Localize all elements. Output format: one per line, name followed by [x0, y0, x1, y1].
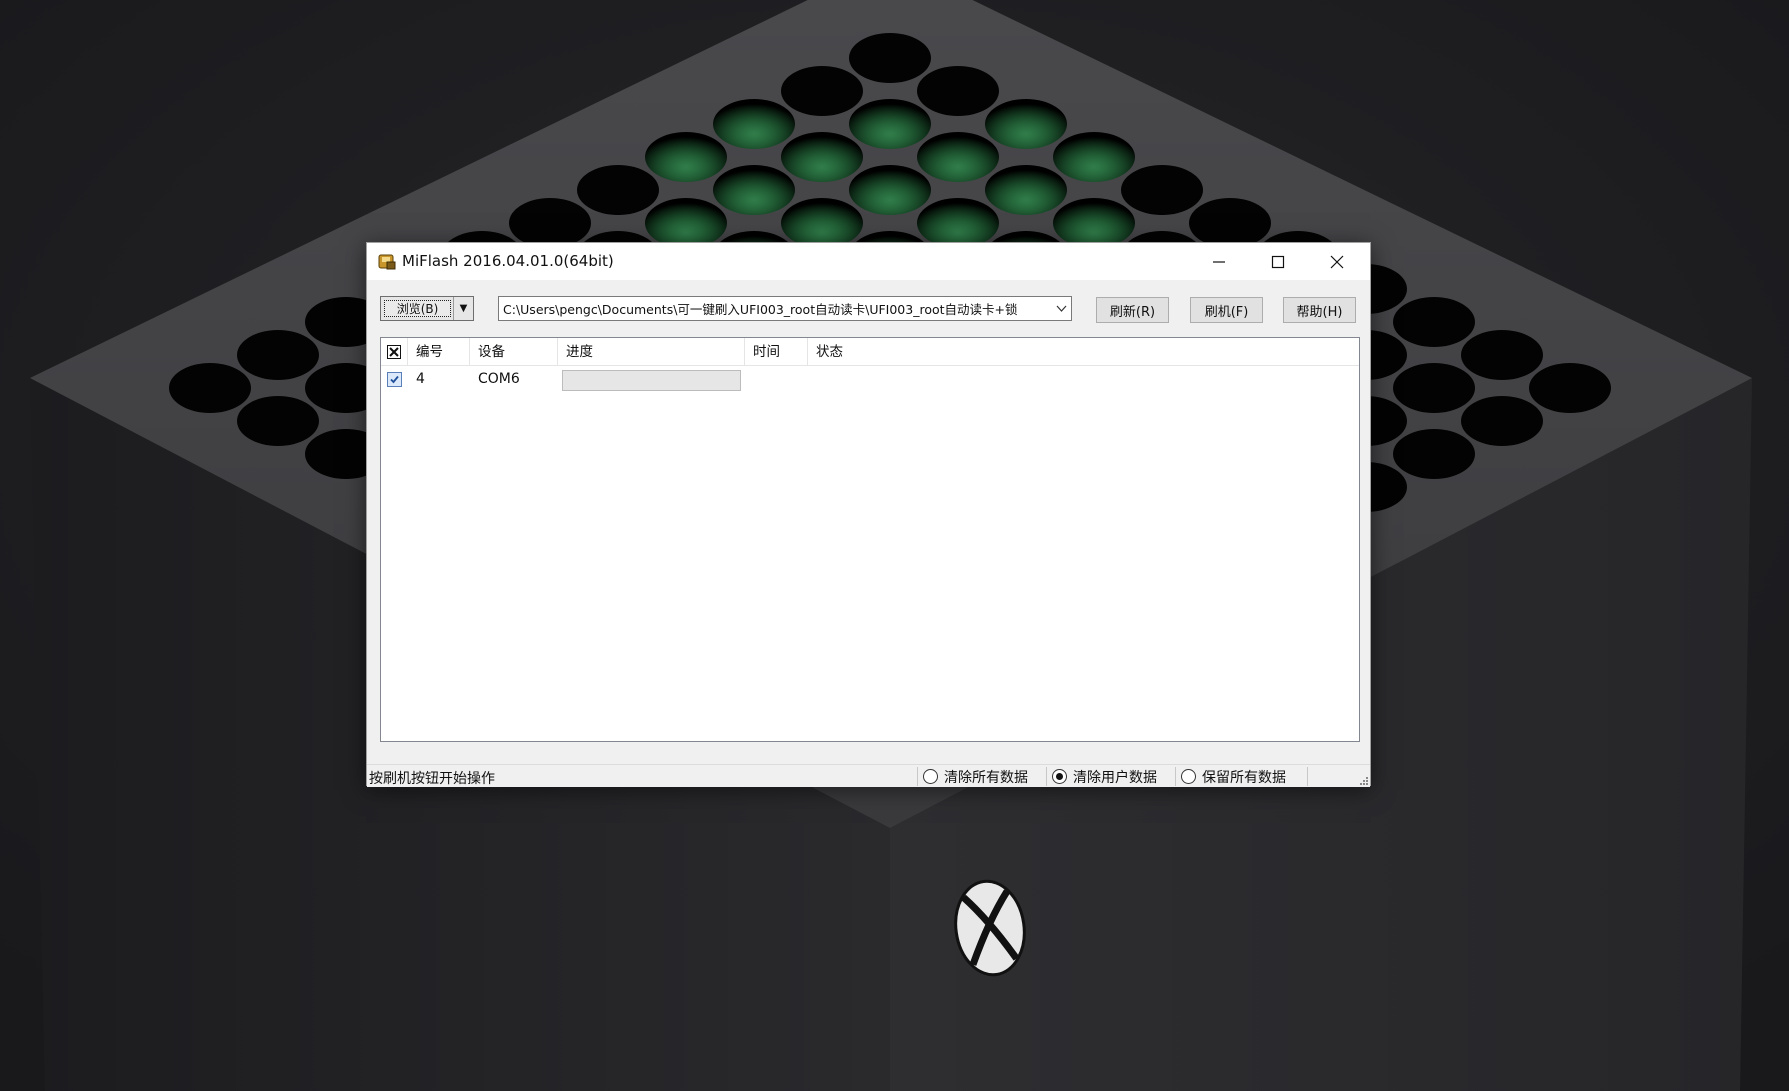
miflash-window: MiFlash 2016.04.01.0(64bit) 浏览(B) ▼ C:\U… — [366, 242, 1371, 787]
vent-hole — [781, 132, 863, 182]
clean-all-label[interactable]: 清除所有数据 — [944, 767, 1028, 787]
browse-dropdown[interactable]: 浏览(B) ▼ — [380, 296, 474, 321]
column-header-time[interactable]: 时间 — [745, 338, 808, 366]
vent-hole — [169, 363, 251, 413]
refresh-button[interactable]: 刷新(R) — [1096, 297, 1169, 323]
chevron-down-icon[interactable] — [1051, 305, 1071, 312]
status-message: 按刷机按钮开始操作 — [369, 771, 495, 787]
title-bar[interactable]: MiFlash 2016.04.01.0(64bit) — [367, 243, 1370, 280]
option-clean-all[interactable]: 清除所有数据 — [923, 765, 1028, 788]
row-checkbox[interactable] — [387, 372, 402, 387]
vent-hole — [849, 99, 931, 149]
checkmark-icon — [390, 375, 399, 384]
dropdown-arrow-icon[interactable]: ▼ — [453, 297, 473, 320]
vent-hole — [917, 198, 999, 248]
vent-hole — [713, 165, 795, 215]
device-port: COM6 — [478, 371, 520, 387]
vent-hole — [645, 198, 727, 248]
minimize-icon — [1213, 260, 1225, 263]
vent-hole — [849, 165, 931, 215]
resize-grip-icon[interactable] — [1358, 775, 1368, 785]
vent-hole — [237, 396, 319, 446]
vent-hole — [1393, 363, 1475, 413]
column-header-progress[interactable]: 进度 — [558, 338, 745, 366]
keep-all-radio[interactable] — [1181, 769, 1196, 784]
clean-user-data-label[interactable]: 清除用户数据 — [1073, 767, 1157, 787]
close-icon — [1330, 255, 1344, 268]
vent-hole — [1461, 396, 1543, 446]
rom-path-combobox[interactable]: C:\Users\pengc\Documents\可一键刷入UFI003_roo… — [498, 296, 1072, 321]
vent-hole — [1053, 132, 1135, 182]
vent-hole — [1393, 429, 1475, 479]
maximize-icon — [1271, 255, 1285, 268]
column-select-all[interactable] — [381, 338, 408, 366]
status-separator — [1046, 767, 1047, 786]
vent-hole — [1529, 363, 1611, 413]
vent-hole — [1053, 198, 1135, 248]
miflash-app-icon — [378, 254, 396, 270]
vent-hole — [1121, 165, 1203, 215]
browse-button-label: 浏览(B) — [384, 300, 451, 317]
status-separator — [1307, 767, 1308, 786]
flash-progress-bar — [562, 370, 741, 391]
vent-hole — [781, 66, 863, 116]
option-clean-user-data[interactable]: 清除用户数据 — [1052, 765, 1157, 788]
status-bar: 按刷机按钮开始操作 清除所有数据 清除用户数据 保留所有数据 — [367, 764, 1370, 787]
device-list-header: 编号 设备 进度 时间 状态 — [381, 338, 1359, 366]
vent-hole — [713, 99, 795, 149]
status-separator — [1175, 767, 1176, 786]
vent-hole — [781, 198, 863, 248]
vent-hole — [1461, 330, 1543, 380]
clean-all-radio[interactable] — [923, 769, 938, 784]
vent-hole — [1189, 198, 1271, 248]
device-number: 4 — [416, 371, 425, 387]
status-separator — [917, 767, 918, 786]
minimize-button[interactable] — [1190, 243, 1248, 280]
table-row[interactable]: 4 COM6 — [381, 366, 1359, 392]
vent-hole — [237, 330, 319, 380]
maximize-button[interactable] — [1249, 243, 1307, 280]
window-title: MiFlash 2016.04.01.0(64bit) — [402, 252, 614, 270]
vent-hole — [917, 132, 999, 182]
column-header-number[interactable]: 编号 — [408, 338, 470, 366]
vent-hole — [509, 198, 591, 248]
vent-hole — [985, 99, 1067, 149]
vent-hole — [849, 33, 931, 83]
device-list[interactable]: 编号 设备 进度 时间 状态 4 COM6 — [380, 337, 1360, 742]
clean-user-data-radio[interactable] — [1052, 769, 1067, 784]
close-button[interactable] — [1308, 243, 1366, 280]
vent-hole — [917, 66, 999, 116]
window-client-area: 浏览(B) ▼ C:\Users\pengc\Documents\可一键刷入UF… — [367, 280, 1370, 787]
vent-hole — [985, 165, 1067, 215]
flash-button[interactable]: 刷机(F) — [1190, 297, 1263, 323]
checkbox-x-icon — [389, 347, 399, 357]
keep-all-label[interactable]: 保留所有数据 — [1202, 767, 1286, 787]
vent-hole — [577, 165, 659, 215]
rom-path-value[interactable]: C:\Users\pengc\Documents\可一键刷入UFI003_roo… — [499, 299, 1051, 318]
column-header-status[interactable]: 状态 — [808, 338, 1359, 366]
option-keep-all[interactable]: 保留所有数据 — [1181, 765, 1286, 788]
select-all-checkbox[interactable] — [387, 345, 401, 359]
vent-hole — [1393, 297, 1475, 347]
help-button[interactable]: 帮助(H) — [1283, 297, 1356, 323]
column-header-device[interactable]: 设备 — [470, 338, 558, 366]
vent-hole — [645, 132, 727, 182]
